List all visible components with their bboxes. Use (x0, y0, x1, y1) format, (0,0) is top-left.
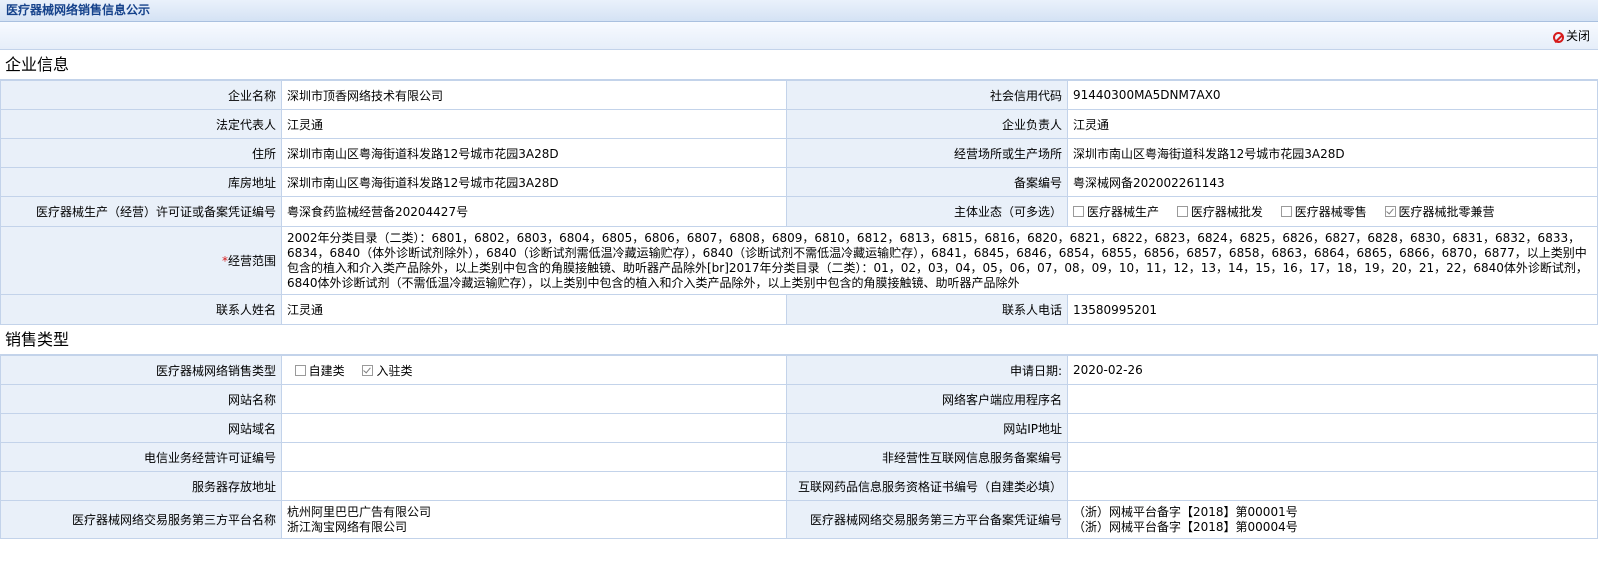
drug-info-cert-label: 互联网药品信息服务资格证书编号（自建类必填） (786, 471, 1068, 501)
platform-cert-values: （浙）网械平台备字【2018】第00001号 （浙）网械平台备字【2018】第0… (1067, 500, 1598, 539)
company-name-value: 深圳市顶香网络技术有限公司 (281, 80, 787, 110)
premises-value: 深圳市南山区粤海街道科发路12号城市花园3A28D (1067, 138, 1598, 168)
drug-info-cert-value (1067, 471, 1598, 501)
warehouse-value: 深圳市南山区粤海街道科发路12号城市花园3A28D (281, 167, 787, 197)
company-name-label: 企业名称 (0, 80, 282, 110)
contact-name-value: 江灵通 (281, 294, 787, 325)
table-row: 库房地址 深圳市南山区粤海街道科发路12号城市花园3A28D 备案编号 粤深械网… (0, 167, 1598, 197)
checkbox[interactable] (294, 364, 306, 376)
contact-phone-value: 13580995201 (1067, 294, 1598, 325)
table-row: *经营范围 2002年分类目录（二类）：6801，6802，6803，6804，… (0, 226, 1598, 295)
table-row: 医疗器械生产（经营）许可证或备案凭证编号 粤深食药监械经营备20204427号 … (0, 196, 1598, 227)
server-address-label: 服务器存放地址 (0, 471, 282, 501)
checkbox-checked[interactable] (1384, 206, 1396, 217)
platform-cert-label: 医疗器械网络交易服务第三方平台备案凭证编号 (786, 500, 1068, 539)
filing-number-value: 粤深械网备202002261143 (1067, 167, 1598, 197)
close-label: 关闭 (1565, 29, 1590, 43)
sales-type-options: 自建类 入驻类 (281, 355, 787, 385)
domain-value (281, 413, 787, 443)
company-info-table: 企业名称 深圳市顶香网络技术有限公司 社会信用代码 91440300MA5DNM… (0, 80, 1598, 325)
contact-name-label: 联系人姓名 (0, 294, 282, 325)
premises-label: 经营场所或生产场所 (786, 138, 1068, 168)
table-row: 法定代表人 江灵通 企业负责人 江灵通 (0, 109, 1598, 139)
website-name-label: 网站名称 (0, 384, 282, 414)
section-title-sales: 销售类型 (0, 325, 1598, 355)
platform-cert: （浙）网械平台备字【2018】第00004号 (1073, 519, 1298, 534)
toolbar: 关闭 (0, 22, 1598, 50)
filing-number-label: 备案编号 (786, 167, 1068, 197)
sales-info-table: 医疗器械网络销售类型 自建类 入驻类 申请日期: 2020-02-26 网站名称… (0, 355, 1598, 539)
warehouse-label: 库房地址 (0, 167, 282, 197)
table-row: 服务器存放地址 互联网药品信息服务资格证书编号（自建类必填） (0, 471, 1598, 501)
platform-name-label: 医疗器械网络交易服务第三方平台名称 (0, 500, 282, 539)
window-title: 医疗器械网络销售信息公示 (0, 0, 1598, 22)
credit-code-value: 91440300MA5DNM7AX0 (1067, 80, 1598, 110)
icp-filing-label: 非经营性互联网信息服务备案编号 (786, 442, 1068, 472)
platform-name: 浙江淘宝网络有限公司 (287, 519, 408, 534)
entity-type-options: 医疗器械生产 医疗器械批发 医疗器械零售 医疗器械批零兼营 (1067, 196, 1598, 227)
domain-label: 网站域名 (0, 413, 282, 443)
table-row: 医疗器械网络销售类型 自建类 入驻类 申请日期: 2020-02-26 (0, 355, 1598, 385)
sales-type-option[interactable]: 入驻类 (362, 364, 413, 378)
website-name-value (281, 384, 787, 414)
scope-value: 2002年分类目录（二类）：6801，6802，6803，6804，6805，6… (281, 226, 1598, 295)
entity-option[interactable]: 医疗器械批零兼营 (1384, 205, 1495, 219)
sales-type-label: 医疗器械网络销售类型 (0, 355, 282, 385)
apply-date-value: 2020-02-26 (1067, 355, 1598, 385)
sales-type-option[interactable]: 自建类 (294, 364, 345, 378)
platform-name: 杭州阿里巴巴广告有限公司 (287, 504, 432, 519)
entity-option[interactable]: 医疗器械零售 (1280, 205, 1367, 219)
section-title-company: 企业信息 (0, 50, 1598, 80)
icp-filing-value (1067, 442, 1598, 472)
table-row: 网站名称 网络客户端应用程序名 (0, 384, 1598, 414)
legal-rep-label: 法定代表人 (0, 109, 282, 139)
scope-label-cell: *经营范围 (0, 226, 282, 295)
ip-label: 网站IP地址 (786, 413, 1068, 443)
table-row: 电信业务经营许可证编号 非经营性互联网信息服务备案编号 (0, 442, 1598, 472)
entity-option[interactable]: 医疗器械批发 (1176, 205, 1263, 219)
table-row: 网站域名 网站IP地址 (0, 413, 1598, 443)
close-icon (1552, 32, 1564, 43)
domicile-value: 深圳市南山区粤海街道科发路12号城市花园3A28D (281, 138, 787, 168)
table-row: 医疗器械网络交易服务第三方平台名称 杭州阿里巴巴广告有限公司 浙江淘宝网络有限公… (0, 500, 1598, 539)
table-row: 企业名称 深圳市顶香网络技术有限公司 社会信用代码 91440300MA5DNM… (0, 80, 1598, 110)
platform-cert: （浙）网械平台备字【2018】第00001号 (1073, 504, 1298, 519)
scope-label: 经营范围 (227, 254, 276, 268)
telecom-license-label: 电信业务经营许可证编号 (0, 442, 282, 472)
license-label: 医疗器械生产（经营）许可证或备案凭证编号 (0, 196, 282, 227)
checkbox-checked[interactable] (362, 364, 374, 376)
telecom-license-value (281, 442, 787, 472)
checkbox[interactable] (1073, 206, 1084, 217)
close-button[interactable]: 关闭 (1552, 28, 1590, 44)
platform-name-values: 杭州阿里巴巴广告有限公司 浙江淘宝网络有限公司 (281, 500, 787, 539)
legal-rep-value: 江灵通 (281, 109, 787, 139)
app-name-label: 网络客户端应用程序名 (786, 384, 1068, 414)
ip-value (1067, 413, 1598, 443)
principal-label: 企业负责人 (786, 109, 1068, 139)
license-value: 粤深食药监械经营备20204427号 (281, 196, 787, 227)
contact-phone-label: 联系人电话 (786, 294, 1068, 325)
entity-type-label: 主体业态（可多选） (786, 196, 1068, 227)
domicile-label: 住所 (0, 138, 282, 168)
credit-code-label: 社会信用代码 (786, 80, 1068, 110)
server-address-value (281, 471, 787, 501)
table-row: 住所 深圳市南山区粤海街道科发路12号城市花园3A28D 经营场所或生产场所 深… (0, 138, 1598, 168)
table-row: 联系人姓名 江灵通 联系人电话 13580995201 (0, 294, 1598, 325)
app-name-value (1067, 384, 1598, 414)
checkbox[interactable] (1280, 206, 1292, 217)
principal-value: 江灵通 (1067, 109, 1598, 139)
checkbox[interactable] (1176, 206, 1188, 217)
apply-date-label: 申请日期: (786, 355, 1068, 385)
entity-option[interactable]: 医疗器械生产 (1073, 205, 1159, 219)
